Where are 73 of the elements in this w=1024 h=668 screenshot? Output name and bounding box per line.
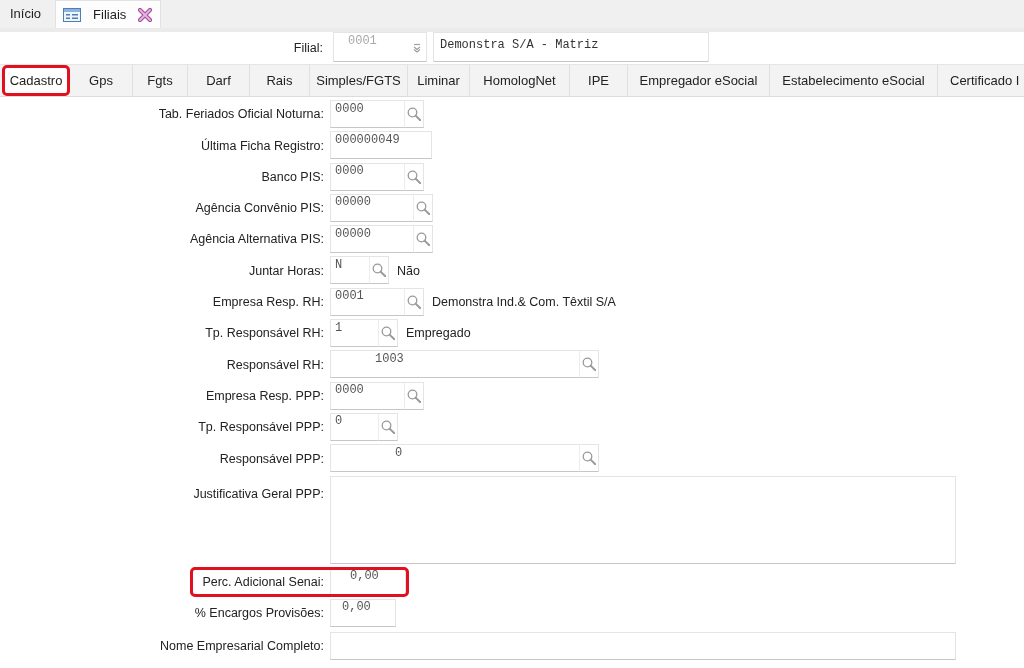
input-field[interactable]: 0000 xyxy=(330,381,404,410)
search-button[interactable] xyxy=(579,350,599,379)
search-icon xyxy=(582,357,596,372)
input-field[interactable]: 0 xyxy=(330,412,378,441)
input-field[interactable]: 0000 xyxy=(330,100,404,128)
search-icon xyxy=(416,200,430,215)
field-label: Banco PIS: xyxy=(261,168,324,186)
field-label: Última Ficha Registro: xyxy=(201,137,324,155)
tab[interactable]: Gps xyxy=(70,65,133,96)
input-field[interactable]: 1 xyxy=(330,319,378,348)
search-icon xyxy=(407,294,421,309)
field-label: Tp. Responsável PPP: xyxy=(198,419,324,437)
search-button[interactable] xyxy=(413,225,433,254)
search-button[interactable] xyxy=(404,100,424,128)
tab[interactable]: Rais xyxy=(250,65,310,96)
field-label: Filial: xyxy=(293,40,323,58)
tab[interactable]: Cadastro xyxy=(2,65,70,96)
field-label: % Encargos Provisões: xyxy=(194,605,324,623)
field-label: Justificativa Geral PPP: xyxy=(193,485,324,503)
tab[interactable]: Liminar xyxy=(408,65,470,96)
search-button[interactable] xyxy=(579,444,599,473)
search-icon xyxy=(372,263,386,278)
tab[interactable]: Fgts xyxy=(133,65,188,96)
search-icon xyxy=(407,169,421,184)
description-text: Demonstra Ind.& Com. Têxtil S/A xyxy=(431,294,616,312)
input-field[interactable]: 0 xyxy=(330,444,579,473)
input-field[interactable]: 000000049 xyxy=(330,131,432,160)
document-tab[interactable]: Filiais xyxy=(55,0,162,28)
tab[interactable]: Simples/FGTS xyxy=(310,65,408,96)
tab[interactable]: Empregador eSocial xyxy=(628,65,770,96)
form-window-icon xyxy=(63,7,82,22)
search-button[interactable] xyxy=(404,287,424,316)
search-icon xyxy=(381,326,395,341)
search-icon xyxy=(582,451,596,466)
search-icon xyxy=(407,388,421,403)
close-icon[interactable] xyxy=(138,7,153,22)
input-field[interactable]: 1003 xyxy=(330,350,579,379)
field-label: Perc. Adicional Senai: xyxy=(202,573,324,591)
search-button[interactable] xyxy=(404,381,424,410)
field-label: Responsável PPP: xyxy=(219,450,324,468)
input-field[interactable]: N xyxy=(330,256,369,285)
field-label: Juntar Horas: xyxy=(248,262,324,280)
field-label: Tab. Feriados Oficial Noturna: xyxy=(158,106,324,124)
tab[interactable]: HomologNet xyxy=(470,65,570,96)
input-field[interactable]: 00000 xyxy=(330,225,413,254)
input-field[interactable]: 0001 xyxy=(330,287,404,316)
field-label: Empresa Resp. PPP: xyxy=(205,387,324,405)
field-label: Tp. Responsável RH: xyxy=(205,325,324,343)
field-label: Responsável RH: xyxy=(226,356,324,374)
search-button[interactable] xyxy=(413,193,433,222)
input-field[interactable]: 00000 xyxy=(330,193,413,222)
search-button[interactable] xyxy=(378,319,398,348)
field-label: Agência Alternativa PIS: xyxy=(189,231,324,249)
search-button[interactable] xyxy=(369,256,389,285)
search-button[interactable] xyxy=(404,162,424,191)
field-label: Empresa Resp. RH: xyxy=(212,294,324,312)
description-text: Empregado xyxy=(405,325,471,343)
document-tab[interactable]: Início xyxy=(0,0,50,28)
search-icon xyxy=(407,107,421,121)
tab[interactable]: Certificado I xyxy=(938,65,1024,96)
description-text: Não xyxy=(396,262,420,280)
input-field[interactable] xyxy=(330,631,956,660)
name-field[interactable]: Demonstra S/A - Matriz xyxy=(433,32,709,62)
field-label: Agência Convênio PIS: xyxy=(195,200,324,218)
tab[interactable]: Estabelecimento eSocial xyxy=(770,65,938,96)
search-button[interactable] xyxy=(378,412,398,441)
tab[interactable]: Darf xyxy=(188,65,250,96)
input-field[interactable]: 0,00 xyxy=(330,598,396,627)
tab[interactable]: IPE xyxy=(570,65,628,96)
input-field[interactable]: 0000 xyxy=(330,162,404,191)
field-label: Nome Empresarial Completo: xyxy=(160,638,324,656)
search-icon xyxy=(381,419,395,434)
search-icon xyxy=(416,232,430,247)
